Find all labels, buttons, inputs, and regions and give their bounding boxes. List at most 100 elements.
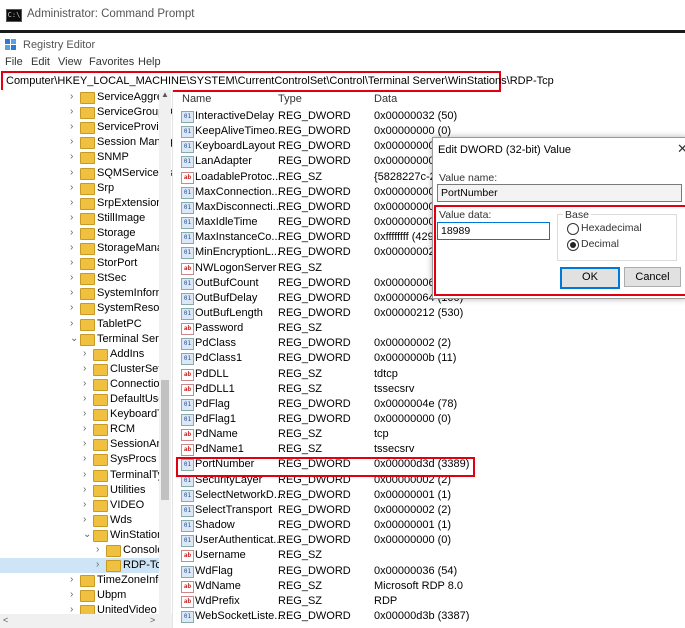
tree-scroll-thumb[interactable] [161, 380, 169, 500]
tree-item[interactable]: › SystemResour [0, 301, 169, 316]
chevron-right-icon[interactable]: › [83, 378, 86, 389]
tree-vertical-scrollbar[interactable]: ▲ [159, 90, 171, 615]
cancel-button[interactable]: Cancel [624, 267, 681, 287]
chevron-right-icon[interactable]: › [70, 257, 73, 268]
chevron-right-icon[interactable]: › [83, 393, 86, 404]
hexadecimal-label[interactable]: Hexadecimal [581, 222, 642, 234]
key-tree[interactable]: › ServiceAggreg › ServiceGroupO › ServiceProv… [0, 90, 173, 628]
chevron-right-icon[interactable]: › [96, 559, 99, 570]
value-row[interactable]: 01 InteractiveDelay REG_DWORD 0x00000032 (5… [178, 109, 618, 124]
tree-item[interactable]: › AddIns [0, 347, 160, 362]
value-row[interactable]: ab WdName REG_SZ Microsoft RDP 8.0 [178, 579, 618, 594]
chevron-right-icon[interactable]: › [83, 423, 86, 434]
tree-item[interactable]: › ServiceAggreg [0, 90, 169, 105]
chevron-right-icon[interactable]: › [70, 318, 73, 329]
value-row[interactable]: ab PdName1 REG_SZ tssecsrv [178, 442, 618, 457]
tree-item[interactable]: › Console [0, 543, 163, 558]
chevron-right-icon[interactable]: › [70, 574, 73, 585]
address-bar[interactable]: Computer\HKEY_LOCAL_MACHINE\SYSTEM\Curre… [1, 71, 554, 92]
value-data-input[interactable]: 18989 [437, 222, 550, 240]
value-row[interactable]: 01 WebSocketListe... REG_DWORD 0x00000d3b (… [178, 609, 618, 624]
menu-help[interactable]: Help [138, 56, 161, 68]
value-row[interactable]: 01 PdClass REG_DWORD 0x00000002 (2) [178, 336, 618, 351]
tree-item[interactable]: › VIDEO [0, 498, 160, 513]
tree-item[interactable]: › TerminalTy [0, 468, 163, 483]
chevron-right-icon[interactable]: › [70, 287, 73, 298]
chevron-right-icon[interactable]: › [83, 453, 86, 464]
value-row[interactable]: ab Username REG_SZ [178, 548, 618, 563]
tree-item[interactable]: › TimeZoneInfo [0, 573, 164, 588]
chevron-right-icon[interactable]: › [70, 197, 73, 208]
chevron-right-icon[interactable]: › [83, 348, 86, 359]
tree-item[interactable]: › ServiceGroupO [0, 105, 172, 120]
tree-item[interactable]: › SNMP [0, 150, 160, 165]
chevron-right-icon[interactable]: › [83, 363, 86, 374]
tree-item[interactable]: › RCM [0, 422, 160, 437]
value-row[interactable]: 01 WdFlag REG_DWORD 0x00000036 (54) [178, 564, 618, 579]
value-row[interactable]: ab WdPrefix REG_SZ RDP [178, 594, 618, 609]
chevron-right-icon[interactable]: › [70, 182, 73, 193]
menu-view[interactable]: View [58, 56, 82, 68]
chevron-right-icon[interactable]: › [96, 544, 99, 555]
tree-item[interactable]: › KeyboardTy [0, 407, 169, 422]
tree-item[interactable]: ⌄ Terminal Serve [0, 332, 170, 347]
chevron-right-icon[interactable]: › [83, 514, 86, 525]
value-row[interactable]: 01 PdFlag1 REG_DWORD 0x00000000 (0) [178, 412, 618, 427]
column-header-data[interactable]: Data [374, 93, 397, 105]
tree-item[interactable]: › RDP-Tcp [0, 558, 167, 574]
tree-item[interactable]: › SystemInform [0, 286, 165, 301]
tree-item[interactable]: › Wds [0, 513, 160, 528]
tree-item[interactable]: › StillImage [0, 211, 160, 226]
chevron-right-icon[interactable]: › [70, 121, 73, 132]
chevron-right-icon[interactable]: › [70, 242, 73, 253]
tree-item[interactable]: › DefaultUser [0, 392, 168, 407]
tree-item[interactable]: › StorPort [0, 256, 160, 271]
value-row[interactable]: 01 SelectNetworkD... REG_DWORD 0x00000001 (… [178, 488, 618, 503]
close-icon[interactable]: ✕ [677, 141, 685, 157]
chevron-right-icon[interactable]: › [70, 589, 73, 600]
tree-item[interactable]: › Session Manag [0, 135, 172, 150]
scroll-right-icon[interactable]: > [150, 615, 155, 625]
menu-favorites[interactable]: Favorites [89, 56, 134, 68]
menu-file[interactable]: File [5, 56, 23, 68]
chevron-right-icon[interactable]: › [83, 499, 86, 510]
chevron-right-icon[interactable]: › [70, 106, 73, 117]
chevron-right-icon[interactable]: › [70, 167, 73, 178]
value-row[interactable]: 01 PdClass1 REG_DWORD 0x0000000b (11) [178, 351, 618, 366]
cmd-window-titlebar[interactable]: C:\ Administrator: Command Prompt [0, 0, 685, 31]
tree-item[interactable]: › Utilities [0, 483, 160, 498]
value-row[interactable]: ab PdDLL REG_SZ tdtcp [178, 367, 618, 382]
chevron-down-icon[interactable]: ⌄ [70, 333, 78, 344]
tree-item[interactable]: › Srp [0, 181, 160, 196]
column-header-name[interactable]: Name [182, 93, 211, 105]
value-row[interactable]: 01 OutBufLength REG_DWORD 0x00000212 (530) [178, 306, 618, 321]
chevron-right-icon[interactable]: › [83, 438, 86, 449]
chevron-right-icon[interactable]: › [83, 408, 86, 419]
value-row[interactable]: ab PdName REG_SZ tcp [178, 427, 618, 442]
tree-horizontal-scrollbar[interactable]: < > [0, 614, 172, 628]
tree-item[interactable]: › StorageManag [0, 241, 169, 256]
value-row[interactable]: 01 SelectTransport REG_DWORD 0x00000002 (2) [178, 503, 618, 518]
chevron-right-icon[interactable]: › [70, 227, 73, 238]
decimal-label[interactable]: Decimal [581, 238, 619, 250]
scroll-left-icon[interactable]: < [3, 615, 8, 625]
value-row[interactable]: ab PdDLL1 REG_SZ tssecsrv [178, 382, 618, 397]
chevron-down-icon[interactable]: ⌄ [83, 529, 91, 540]
chevron-right-icon[interactable]: › [70, 136, 73, 147]
tree-item[interactable]: › SessionArb [0, 437, 166, 452]
tree-item[interactable]: › TabletPC [0, 317, 160, 332]
tree-item[interactable]: › ClusterSetti [0, 362, 167, 377]
tree-item[interactable]: › SQMServiceLis [0, 166, 172, 181]
tree-item[interactable]: › ServiceProvide [0, 120, 171, 135]
chevron-right-icon[interactable]: › [70, 151, 73, 162]
ok-button[interactable]: OK [560, 267, 620, 289]
column-header-type[interactable]: Type [278, 93, 302, 105]
chevron-right-icon[interactable]: › [70, 91, 73, 102]
regedit-titlebar[interactable]: Registry Editor [0, 33, 685, 55]
tree-item[interactable]: › SysProcs [0, 452, 160, 467]
tree-item[interactable]: › StSec [0, 271, 160, 286]
value-row[interactable]: 01 UserAuthenticat... REG_DWORD 0x00000000 … [178, 533, 618, 548]
chevron-right-icon[interactable]: › [83, 469, 86, 480]
chevron-right-icon[interactable]: › [83, 484, 86, 495]
tree-item[interactable]: › Storage [0, 226, 160, 241]
